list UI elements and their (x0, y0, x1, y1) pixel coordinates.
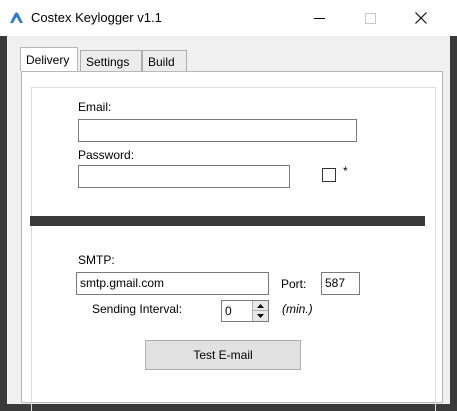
tab-settings[interactable]: Settings (80, 50, 142, 72)
close-button[interactable] (398, 0, 444, 36)
password-field[interactable] (78, 165, 290, 188)
port-label: Port: (281, 277, 307, 291)
smtp-field[interactable]: smtp.gmail.com (76, 272, 269, 295)
tab-delivery[interactable]: Delivery (20, 47, 78, 71)
show-password-checkbox[interactable] (322, 168, 336, 182)
tab-build[interactable]: Build (142, 50, 187, 72)
minimize-icon (313, 17, 325, 19)
maximize-icon (364, 12, 376, 24)
chevron-up-icon (257, 303, 264, 308)
stepper-down-button[interactable] (253, 311, 268, 321)
email-label: Email: (78, 100, 112, 114)
smtp-label: SMTP: (78, 253, 115, 267)
chevron-down-icon (257, 314, 264, 318)
stepper-buttons (252, 301, 268, 321)
sending-interval-value: 0 (225, 304, 232, 318)
test-email-button[interactable]: Test E-mail (145, 340, 301, 370)
show-password-label: * (343, 164, 348, 178)
maximize-button[interactable] (347, 0, 393, 36)
app-window: Costex Keylogger v1.1 Delivery Settings … (0, 0, 457, 411)
stepper-up-button[interactable] (253, 301, 268, 311)
minimize-button[interactable] (296, 0, 342, 36)
port-field[interactable]: 587 (321, 272, 360, 295)
sending-interval-label: Sending Interval: (92, 302, 183, 316)
interval-unit-label: (min.) (282, 302, 313, 316)
close-icon (415, 12, 427, 24)
section-divider (30, 216, 425, 226)
window-title: Costex Keylogger v1.1 (31, 10, 162, 25)
sending-interval-stepper[interactable]: 0 (221, 300, 269, 322)
password-label: Password: (78, 148, 135, 162)
cloud-icon (10, 12, 23, 23)
email-field[interactable] (78, 119, 357, 142)
title-bar[interactable]: Costex Keylogger v1.1 (0, 0, 457, 36)
